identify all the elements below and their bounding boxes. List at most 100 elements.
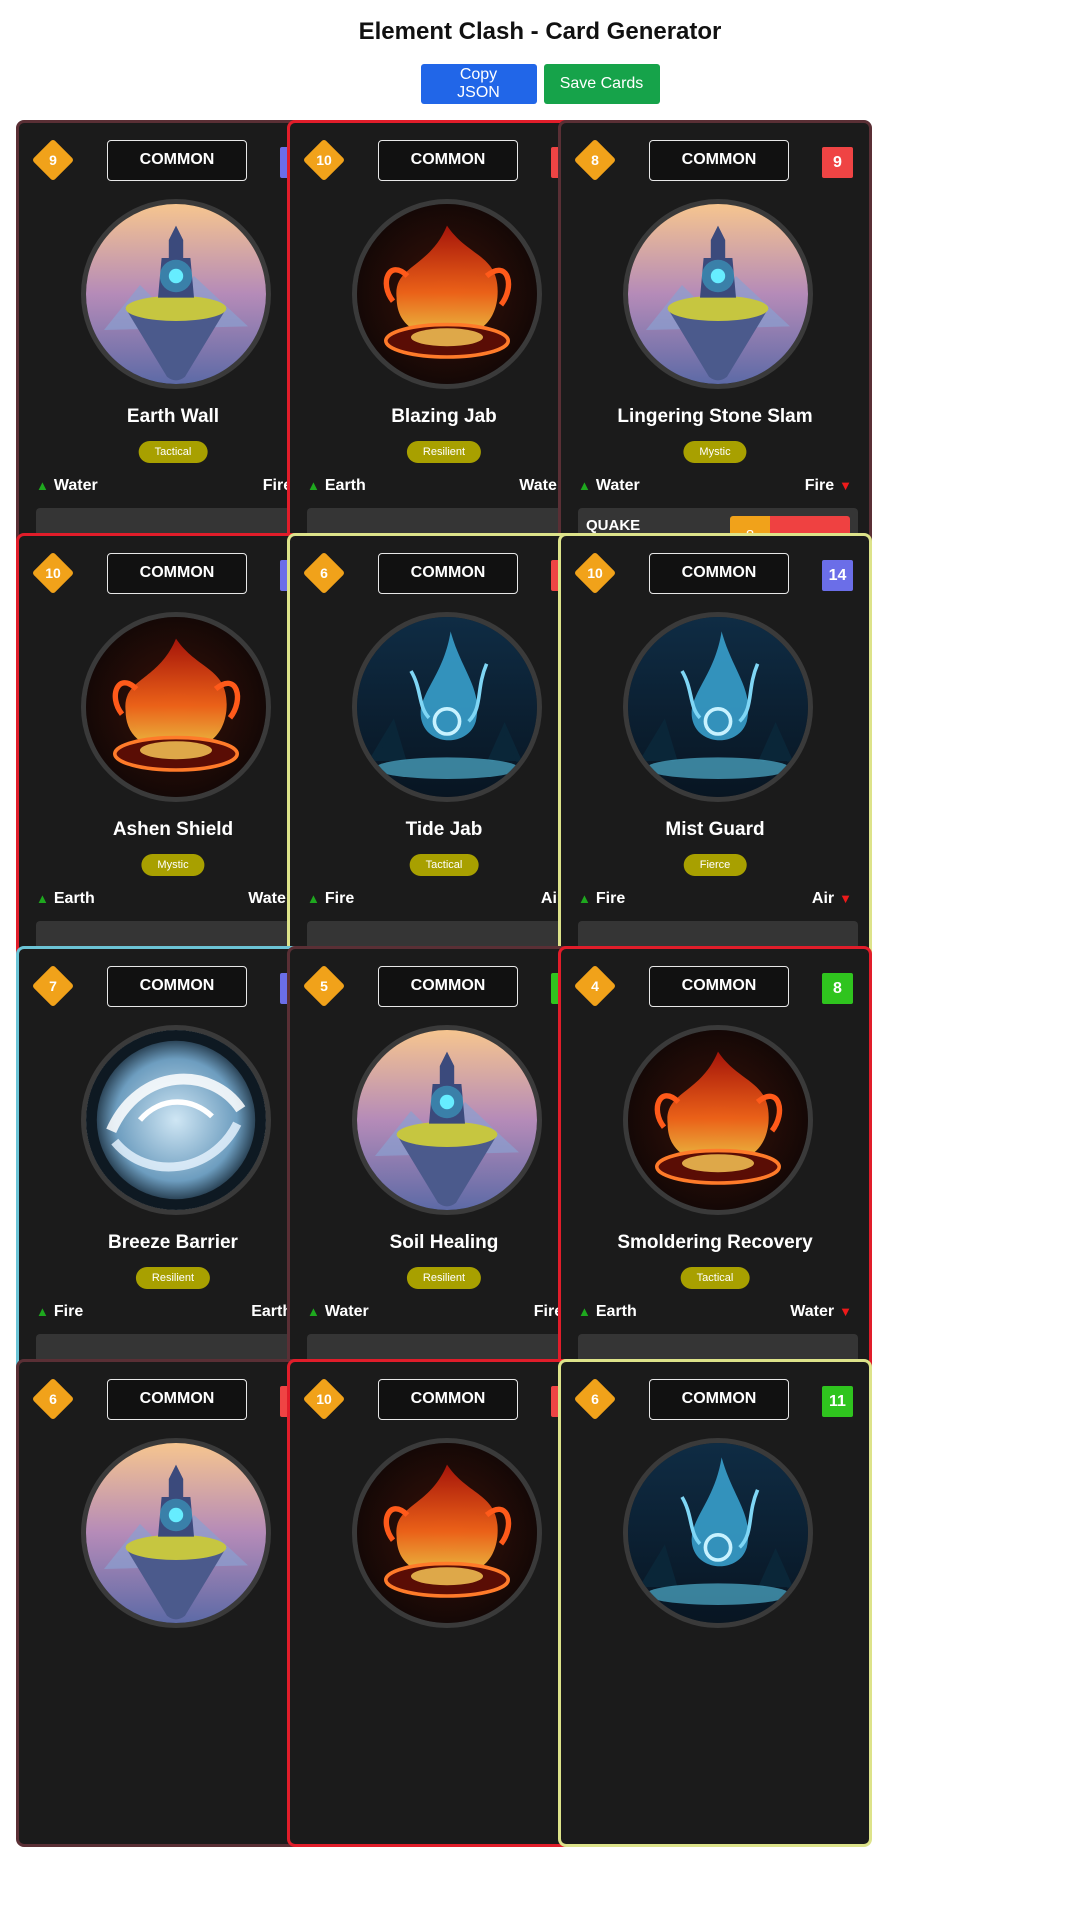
triangle-up-icon: ▲ [578,891,591,906]
fire-art [628,1030,808,1210]
triangle-up-icon: ▲ [578,1304,591,1319]
card-name: Earth Wall [126,406,220,427]
weak-element: Water [790,1303,835,1320]
cost-value: 8 [591,152,599,168]
trait-badge: Resilient [135,1267,211,1289]
weak-against: Fire ▼ [805,477,852,495]
power-badge: 11 [822,1386,853,1417]
cost-value: 7 [49,978,57,994]
page-title: Element Clash - Card Generator [358,18,722,45]
card-name: Lingering Stone Slam [617,406,813,427]
card-name: Ashen Shield [112,819,234,840]
card-portrait [352,1025,542,1215]
weak-against: Air ▼ [812,890,852,908]
strong-element: Earth [324,477,366,494]
strong-element: Fire [324,890,355,907]
triangle-down-icon: ▼ [839,891,852,906]
card-name: Smoldering Recovery [617,1232,813,1253]
trait-badge: Resilient [406,441,482,463]
cost-value: 6 [49,1391,57,1407]
cost-value: 10 [316,152,332,168]
strong-against: ▲ Fire [578,890,625,908]
card-portrait [352,612,542,802]
toolbar: Copy JSON Save Cards [0,64,1080,104]
save-cards-button[interactable]: Save Cards [543,64,660,104]
earth-art [628,204,808,384]
card[interactable]: 6 COMMON 11 [558,1359,872,1847]
strong-against: ▲ Water [36,477,98,495]
rarity-label: COMMON [107,966,247,1007]
card-portrait [81,1025,271,1215]
power-badge: 9 [822,147,853,178]
rarity-label: COMMON [107,140,247,181]
trait-badge: Resilient [406,1267,482,1289]
earth-art [86,1443,266,1623]
cost-value: 10 [587,565,603,581]
strong-element: Fire [53,1303,84,1320]
weak-against: Water ▼ [790,1303,852,1321]
strong-against: ▲ Water [578,477,640,495]
cost-value: 4 [591,978,599,994]
triangle-up-icon: ▲ [36,478,49,493]
fire-art [86,617,266,797]
weak-element: Earth [251,1303,293,1320]
cost-value: 10 [45,565,61,581]
triangle-down-icon: ▼ [839,478,852,493]
triangle-up-icon: ▲ [307,891,320,906]
triangle-up-icon: ▲ [307,478,320,493]
cost-value: 6 [591,1391,599,1407]
card-portrait [623,1438,813,1628]
rarity-label: COMMON [649,1379,789,1420]
strong-against: ▲ Earth [578,1303,637,1321]
trait-badge: Fierce [683,854,747,876]
card-name: Breeze Barrier [108,1232,238,1253]
card[interactable]: 6 COMMON 7 [16,1359,330,1847]
earth-art [357,1030,537,1210]
card-portrait [81,612,271,802]
trait-badge: Tactical [138,441,208,463]
weak-element: Air [811,890,835,907]
card-portrait [81,1438,271,1628]
strong-element: Water [53,477,98,494]
card-portrait [352,199,542,389]
cost-value: 10 [316,1391,332,1407]
weak-element: Water [248,890,293,907]
cost-value: 5 [320,978,328,994]
copy-json-button[interactable]: Copy JSON [420,64,537,104]
card-portrait [81,199,271,389]
triangle-up-icon: ▲ [36,891,49,906]
triangle-up-icon: ▲ [36,1304,49,1319]
weak-element: Water [519,477,564,494]
trait-badge: Mystic [683,441,747,463]
strong-against: ▲ Fire [307,890,354,908]
strong-against: ▲ Water [307,1303,369,1321]
strong-against: ▲ Earth [307,477,366,495]
strong-element: Water [324,1303,369,1320]
power-badge: 14 [822,560,853,591]
strong-element: Fire [595,890,626,907]
rarity-label: COMMON [378,553,518,594]
earth-art [86,204,266,384]
card[interactable]: 10 COMMON 18 [287,1359,601,1847]
rarity-label: COMMON [107,553,247,594]
fire-art [357,204,537,384]
fire-art [357,1443,537,1623]
water-art [628,617,808,797]
trait-badge: Tactical [409,854,479,876]
strong-against: ▲ Earth [36,890,95,908]
rarity-label: COMMON [649,966,789,1007]
triangle-up-icon: ▲ [578,478,591,493]
rarity-label: COMMON [378,1379,518,1420]
rarity-label: COMMON [649,140,789,181]
water-art [628,1443,808,1623]
card-portrait [352,1438,542,1628]
power-badge: 8 [822,973,853,1004]
rarity-label: COMMON [378,140,518,181]
strong-element: Earth [53,890,95,907]
weak-element: Fire [804,477,835,494]
card-portrait [623,199,813,389]
triangle-up-icon: ▲ [307,1304,320,1319]
card-name: Soil Healing [389,1232,499,1253]
card-name: Mist Guard [665,819,765,840]
strong-against: ▲ Fire [36,1303,83,1321]
